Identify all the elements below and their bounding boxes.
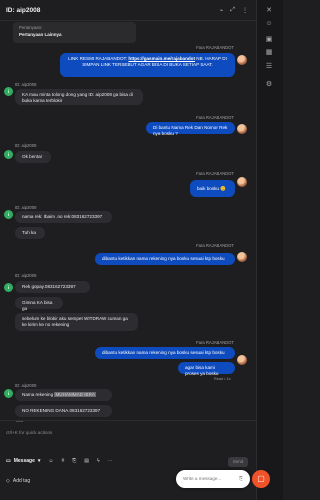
tag-icon: ◇	[6, 478, 10, 484]
agent-avatar	[237, 55, 247, 65]
customer-avatar: i	[4, 283, 13, 292]
message-bubble-incoming: KA mau minta tolong dong yang ID: aip200…	[15, 89, 143, 105]
read-receipt: Read • 1s	[214, 377, 231, 381]
chevron-down-icon: ▾	[37, 458, 41, 464]
agent-avatar	[237, 177, 247, 187]
quote-label: Pertanyaan:	[19, 25, 43, 30]
message-bubble-outgoing: dibantu ketikkan nama rekening nya bosku…	[95, 347, 235, 359]
message-type-label: Message	[13, 458, 35, 464]
customer-avatar: i	[4, 210, 13, 219]
quote-text: Pertanyaan Lainnya	[19, 32, 62, 37]
message-bubble-incoming: Rek gopay.083162723397	[15, 281, 90, 293]
right-toolbar: ✕ ☺ ▣ ▦ ☰ ⚙	[256, 0, 283, 500]
settings-icon[interactable]: ⚙	[264, 80, 274, 90]
more-icon[interactable]: ⋮	[242, 7, 248, 14]
customer-avatar: i	[4, 87, 13, 96]
contact-icon[interactable]: ☺	[264, 19, 274, 29]
message-type-selector[interactable]: ▭ Message ▾	[6, 458, 40, 464]
sender-name: ID: aip2008	[15, 143, 37, 148]
attachment-icon[interactable]: ⎘	[72, 458, 76, 464]
message-bubble-incoming: nama rek: Ibaim .no rek:083162723397	[15, 211, 112, 223]
agent-avatar	[237, 252, 247, 262]
emoji-icon[interactable]: ☺	[48, 458, 53, 464]
agent-avatar	[237, 124, 247, 134]
message-thread[interactable]: Pertanyaan: Pertanyaan Lainnya Fara RAJA…	[0, 20, 256, 423]
more-icon[interactable]: ⋯	[108, 458, 113, 464]
sender-name: ID: aip2008	[15, 383, 37, 388]
add-tag-label: Add tag	[12, 478, 31, 484]
chat-bubble-icon: ▭	[6, 458, 11, 464]
gif-icon[interactable]: ▤	[84, 458, 89, 464]
lightning-icon[interactable]: ϟ	[97, 458, 100, 464]
customer-avatar: i	[4, 389, 13, 398]
conversation-header: ID: aip2008 ⌁ ⤢ ⋮	[0, 0, 256, 21]
chat-launcher-button[interactable]: ▢	[252, 470, 270, 488]
message-bubble-incoming: NO REKENING DANA.083162723397	[15, 405, 112, 417]
close-icon[interactable]: ✕	[264, 6, 274, 16]
chat-icon: ▢	[257, 474, 265, 483]
message-bubble-incoming: Gimna KA bisa ga	[15, 297, 63, 311]
message-bubble-outgoing: LINK RESMI RAJABANDOT: https://gasmain.m…	[60, 53, 235, 77]
hashtag-icon[interactable]: #	[61, 458, 64, 464]
message-bubble-incoming: Nama rekening MUHAMMAD IBRA	[15, 389, 112, 401]
website-link[interactable]: https://gasmain.me/rajabandot	[128, 56, 195, 61]
list-icon[interactable]: ☰	[264, 62, 274, 72]
conversation-title: ID: aip2008	[6, 6, 41, 14]
chat-widget-placeholder: Write a message...	[183, 476, 222, 481]
message-text: LINK RESMI RAJABANDOT:	[68, 56, 129, 61]
sender-name: Fara RAJABANDOT	[196, 45, 234, 50]
message-bubble-outgoing: dibantu ketikkan nama rekening nya bosku…	[95, 253, 235, 265]
composer-hint[interactable]: ctrl+K for quick actions	[6, 430, 52, 435]
tag-icon[interactable]: ⌁	[220, 7, 224, 14]
message-composer[interactable]: ctrl+K for quick actions ▭ Message ▾ ☺ #…	[0, 420, 256, 476]
message-bubble-incoming: Ok bentar	[15, 151, 51, 163]
app-icon[interactable]: ▣	[264, 35, 274, 45]
message-bubble-outgoing: baik bosku 😊	[190, 180, 235, 197]
attachment-icon[interactable]: ⎘	[239, 470, 243, 488]
masked-name: MUHAMMAD IBRA	[54, 392, 96, 397]
quoted-answer: Pertanyaan: Pertanyaan Lainnya	[13, 22, 136, 43]
calendar-icon[interactable]: ▦	[264, 48, 274, 58]
expand-icon[interactable]: ⤢	[230, 7, 235, 14]
message-bubble-incoming: sebelum ke blokir aku sempet WITDRAW cum…	[15, 313, 138, 331]
message-bubble-outgoing: agar bisa kami proses ya bosku	[178, 362, 235, 376]
sender-name: ID: aip2008	[15, 205, 37, 210]
sender-name: Fara RAJABANDOT	[196, 171, 234, 176]
customer-avatar: i	[4, 150, 13, 159]
sender-name: Fara RAJABANDOT	[196, 340, 234, 345]
send-button[interactable]: Send	[228, 457, 248, 467]
sender-name: Fara RAJABANDOT	[196, 115, 234, 120]
agent-avatar	[237, 355, 247, 365]
chat-widget-input[interactable]: Write a message... ⎘	[176, 470, 250, 488]
sender-name: Fara RAJABANDOT	[196, 243, 234, 248]
sender-name: ID: aip2008	[15, 273, 37, 278]
message-text: Nama rekening	[22, 392, 55, 397]
sender-name: ID: aip2008	[15, 82, 37, 87]
message-bubble-outgoing: Di bantu Nama Rek Dan Nomor Rek nya bosk…	[146, 122, 235, 136]
message-bubble-incoming: Tuh ka	[15, 227, 45, 239]
add-tag-button[interactable]: ◇ Add tag	[6, 478, 30, 484]
